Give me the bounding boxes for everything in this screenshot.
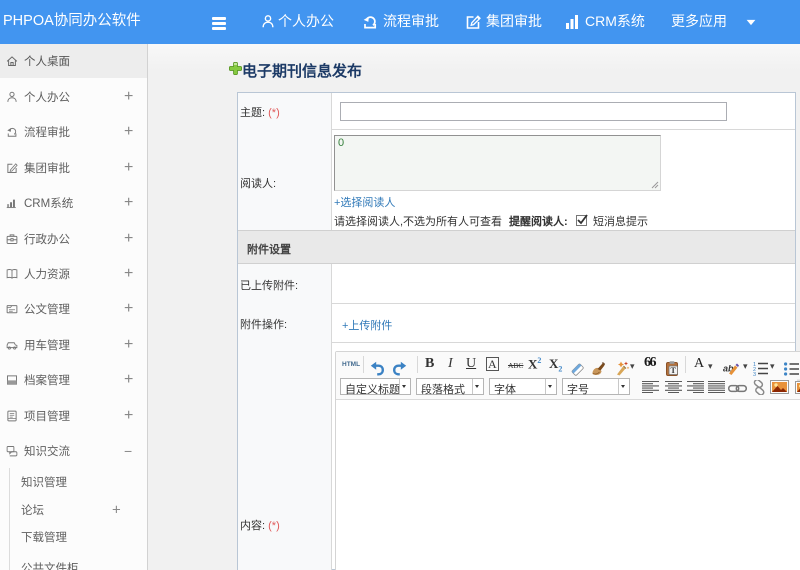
svg-text:3: 3 xyxy=(753,372,756,378)
svg-text:T: T xyxy=(671,366,677,375)
